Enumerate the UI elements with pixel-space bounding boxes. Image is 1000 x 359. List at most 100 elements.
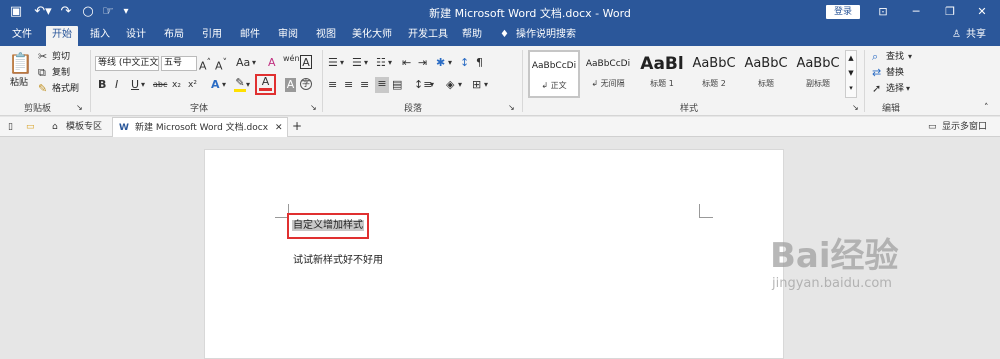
tab-layout[interactable]: 布局 bbox=[164, 28, 184, 42]
bold-button[interactable]: B bbox=[98, 78, 106, 92]
tab-review[interactable]: 审阅 bbox=[278, 28, 298, 42]
text-effects-icon[interactable]: A bbox=[211, 78, 220, 92]
chevron-down-icon[interactable]: ▾ bbox=[252, 56, 256, 70]
chinese-layout-icon[interactable]: ✱ bbox=[436, 56, 445, 70]
style-title[interactable]: AaBbC 标题 bbox=[740, 50, 792, 98]
character-border-icon[interactable]: A bbox=[300, 55, 312, 69]
distributed-icon[interactable]: ▤ bbox=[392, 78, 402, 92]
chevron-down-icon[interactable]: ▾ bbox=[141, 78, 145, 92]
bullets-icon[interactable]: ☰ bbox=[328, 56, 338, 70]
tab-developer[interactable]: 开发工具 bbox=[408, 28, 448, 42]
chevron-down-icon[interactable]: ▾ bbox=[430, 78, 434, 92]
ribbon-display-icon[interactable]: ⊡ bbox=[873, 3, 893, 21]
font-color-icon[interactable]: A bbox=[259, 76, 272, 91]
font-name-dropdown[interactable]: 等线 (中文正文) bbox=[95, 56, 159, 71]
more-styles-icon[interactable]: ▾ bbox=[846, 81, 856, 96]
circle-icon[interactable]: ○ bbox=[80, 3, 96, 21]
tab-file[interactable]: 文件 bbox=[12, 28, 32, 42]
paragraph-launcher-icon[interactable]: ↘ bbox=[508, 101, 515, 115]
chevron-down-icon[interactable]: ▾ bbox=[484, 78, 488, 92]
sort-icon[interactable]: ↕ bbox=[460, 56, 469, 70]
search-icon[interactable]: ⌕ bbox=[872, 50, 878, 64]
document-tab[interactable]: W 新建 Microsoft Word 文档.docx ✕ bbox=[112, 117, 288, 137]
increase-indent-icon[interactable]: ⇥ bbox=[418, 56, 427, 70]
chevron-down-icon[interactable]: ▾ bbox=[458, 78, 462, 92]
paste-button[interactable]: 粘贴 bbox=[10, 76, 28, 90]
scroll-down-icon[interactable]: ▼ bbox=[846, 66, 856, 81]
close-tab-icon[interactable]: ✕ bbox=[275, 121, 283, 135]
multilevel-list-icon[interactable]: ☷ bbox=[376, 56, 386, 70]
document-line[interactable]: 自定义增加样式 bbox=[292, 220, 364, 231]
cursor-icon[interactable]: ➚ bbox=[872, 82, 881, 96]
document-page[interactable]: 自定义增加样式 试试新样式好不好用 bbox=[204, 149, 784, 359]
change-case-button[interactable]: Aa bbox=[236, 56, 250, 70]
tab-view[interactable]: 视图 bbox=[316, 28, 336, 42]
scissors-icon[interactable]: ✂ bbox=[38, 50, 47, 64]
undo-icon[interactable]: ↶▾ bbox=[32, 3, 54, 21]
share-button[interactable]: 共享 bbox=[966, 28, 986, 42]
tab-design[interactable]: 设计 bbox=[126, 28, 146, 42]
lightbulb-icon[interactable]: ♦ bbox=[500, 28, 509, 42]
minimize-icon[interactable]: ─ bbox=[906, 3, 926, 21]
collapse-ribbon-icon[interactable]: ˄ bbox=[984, 101, 989, 115]
tell-me-search[interactable]: 操作说明搜索 bbox=[516, 28, 576, 42]
chevron-down-icon[interactable]: ▾ bbox=[908, 50, 912, 64]
italic-button[interactable]: I bbox=[115, 78, 118, 92]
align-right-icon[interactable]: ≡ bbox=[360, 78, 369, 92]
tab-home[interactable]: 开始 bbox=[46, 26, 78, 46]
character-shading-icon[interactable]: A bbox=[285, 78, 296, 92]
align-center-icon[interactable]: ≡ bbox=[344, 78, 353, 92]
find-button[interactable]: 查找 bbox=[886, 50, 904, 64]
pinyin-icon[interactable]: wén bbox=[283, 52, 300, 66]
chevron-down-icon[interactable]: ▾ bbox=[364, 56, 368, 70]
restore-icon[interactable]: ❐ bbox=[940, 3, 960, 21]
share-icon[interactable]: ♙ bbox=[952, 28, 961, 42]
copy-icon[interactable]: ⧉ bbox=[38, 66, 46, 80]
highlighter-icon[interactable]: ✎ bbox=[234, 76, 246, 92]
select-button[interactable]: 选择 bbox=[886, 82, 904, 96]
multi-window-icon[interactable]: ▭ bbox=[928, 120, 937, 134]
paste-icon[interactable]: 📋 bbox=[8, 52, 33, 74]
multi-window-button[interactable]: 显示多窗口 bbox=[942, 120, 987, 134]
new-document-icon[interactable]: ▯ bbox=[8, 120, 13, 134]
superscript-button[interactable]: x² bbox=[188, 78, 197, 92]
format-painter-button[interactable]: 格式刷 bbox=[52, 82, 79, 96]
login-button[interactable]: 登录 bbox=[826, 5, 860, 19]
clear-format-icon[interactable]: A bbox=[268, 56, 276, 70]
chevron-down-icon[interactable]: ▾ bbox=[388, 56, 392, 70]
font-launcher-icon[interactable]: ↘ bbox=[310, 101, 317, 115]
chevron-down-icon[interactable]: ▾ bbox=[448, 56, 452, 70]
borders-icon[interactable]: ⊞ bbox=[472, 78, 481, 92]
clipboard-launcher-icon[interactable]: ↘ bbox=[76, 101, 83, 115]
copy-button[interactable]: 复制 bbox=[52, 66, 70, 80]
subscript-button[interactable]: x₂ bbox=[172, 78, 181, 92]
customize-icon[interactable]: ▾ bbox=[118, 3, 134, 21]
document-line[interactable]: 试试新样式好不好用 bbox=[293, 251, 383, 266]
styles-launcher-icon[interactable]: ↘ bbox=[852, 101, 859, 115]
tab-references[interactable]: 引用 bbox=[202, 28, 222, 42]
shading-icon[interactable]: ◈ bbox=[446, 78, 454, 92]
folder-icon[interactable]: ▭ bbox=[26, 120, 35, 134]
home-icon[interactable]: ⌂ bbox=[52, 120, 58, 134]
new-tab-icon[interactable]: + bbox=[292, 119, 302, 133]
save-icon[interactable]: ▣ bbox=[8, 3, 24, 21]
close-icon[interactable]: ✕ bbox=[972, 3, 992, 21]
underline-button[interactable]: U bbox=[131, 78, 139, 92]
tab-help[interactable]: 帮助 bbox=[462, 28, 482, 42]
tab-insert[interactable]: 插入 bbox=[90, 28, 110, 42]
cut-button[interactable]: 剪切 bbox=[52, 50, 70, 64]
font-size-dropdown[interactable]: 五号 bbox=[161, 56, 197, 71]
style-no-spacing[interactable]: AaBbCcDi ↲ 无间隔 bbox=[582, 50, 634, 98]
decrease-indent-icon[interactable]: ⇤ bbox=[402, 56, 411, 70]
align-left-icon[interactable]: ≡ bbox=[328, 78, 337, 92]
tab-mailings[interactable]: 邮件 bbox=[240, 28, 260, 42]
style-heading-2[interactable]: AaBbC 标题 2 bbox=[688, 50, 740, 98]
chevron-down-icon[interactable]: ▾ bbox=[222, 78, 226, 92]
chevron-down-icon[interactable]: ▾ bbox=[246, 78, 250, 92]
style-subtitle[interactable]: AaBbC 副标题 bbox=[792, 50, 844, 98]
numbering-icon[interactable]: ☰ bbox=[352, 56, 362, 70]
scroll-up-icon[interactable]: ▲ bbox=[846, 51, 856, 66]
show-marks-icon[interactable]: ¶ bbox=[476, 56, 483, 70]
style-normal[interactable]: AaBbCcDi ↲ 正文 bbox=[528, 50, 580, 98]
format-painter-icon[interactable]: ✎ bbox=[38, 82, 47, 96]
